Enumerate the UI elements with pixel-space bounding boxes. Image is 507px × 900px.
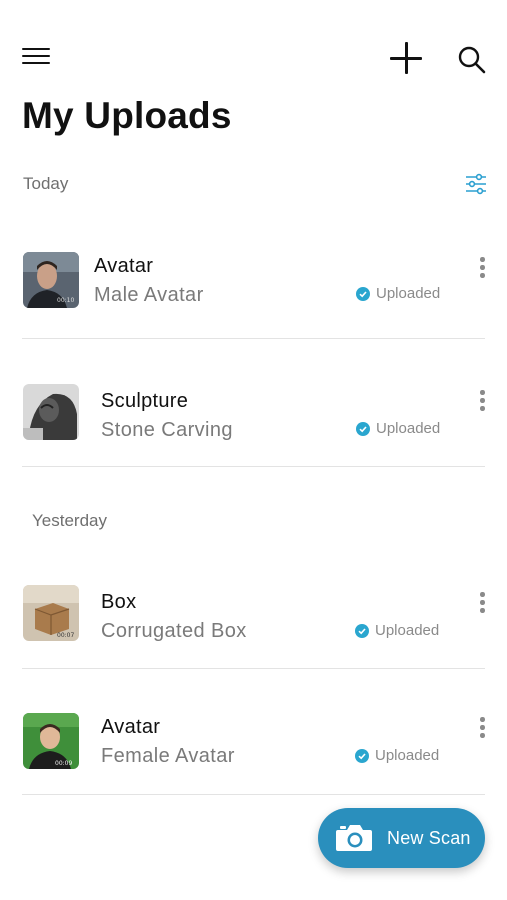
more-options-icon[interactable] bbox=[475, 716, 489, 742]
check-icon bbox=[356, 421, 370, 436]
svg-text:00:07: 00:07 bbox=[57, 632, 74, 639]
section-label-today: Today bbox=[23, 174, 69, 193]
more-options-icon[interactable] bbox=[475, 256, 489, 282]
item-subtitle: Corrugated Box bbox=[101, 620, 247, 642]
new-scan-button[interactable]: New Scan bbox=[318, 808, 485, 868]
svg-text:00:09: 00:09 bbox=[55, 760, 72, 767]
status-badge: Uploaded bbox=[355, 622, 439, 639]
status-text: Uploaded bbox=[376, 420, 441, 437]
list-item[interactable]: 00:10 Avatar Male Avatar Uploaded bbox=[0, 230, 507, 330]
list-item[interactable]: 00:07 Box Corrugated Box Uploaded bbox=[0, 564, 507, 664]
status-text: Uploaded bbox=[376, 285, 441, 302]
list-item[interactable]: Sculpture Stone Carving Uploaded bbox=[0, 364, 507, 464]
list-item[interactable]: 00:09 Avatar Female Avatar Uploaded bbox=[0, 690, 507, 790]
box-thumbnail: 00:07 bbox=[23, 585, 79, 641]
status-text: Uploaded bbox=[375, 622, 440, 639]
divider bbox=[22, 794, 485, 795]
item-subtitle: Stone Carving bbox=[101, 419, 233, 441]
male-avatar-thumbnail: 00:10 bbox=[23, 252, 79, 308]
new-scan-label: New Scan bbox=[387, 828, 471, 848]
svg-text:00:10: 00:10 bbox=[57, 297, 74, 304]
section-label-yesterday: Yesterday bbox=[32, 511, 107, 530]
divider bbox=[22, 338, 485, 339]
item-subtitle: Male Avatar bbox=[94, 284, 204, 306]
status-text: Uploaded bbox=[375, 747, 440, 764]
search-icon[interactable] bbox=[456, 44, 488, 76]
item-subtitle: Female Avatar bbox=[101, 745, 235, 767]
plus-icon[interactable] bbox=[390, 41, 424, 75]
item-title: Box bbox=[101, 591, 137, 613]
status-badge: Uploaded bbox=[356, 285, 440, 302]
check-icon bbox=[355, 748, 369, 763]
divider bbox=[22, 466, 485, 467]
more-options-icon[interactable] bbox=[475, 591, 489, 617]
more-options-icon[interactable] bbox=[475, 389, 489, 415]
sliders-filter-icon[interactable] bbox=[464, 173, 488, 195]
divider bbox=[22, 668, 485, 669]
female-avatar-thumbnail: 00:09 bbox=[23, 713, 79, 769]
item-title: Sculpture bbox=[101, 390, 189, 412]
top-bar bbox=[0, 0, 507, 90]
item-title: Avatar bbox=[94, 255, 154, 277]
sculpture-thumbnail bbox=[23, 384, 79, 440]
check-icon bbox=[355, 623, 369, 638]
status-badge: Uploaded bbox=[356, 420, 440, 437]
hamburger-menu-icon[interactable] bbox=[22, 46, 52, 68]
check-icon bbox=[356, 286, 370, 301]
status-badge: Uploaded bbox=[355, 747, 439, 764]
camera-icon bbox=[335, 824, 373, 857]
item-title: Avatar bbox=[101, 716, 161, 738]
page-title: My Uploads bbox=[22, 95, 232, 136]
